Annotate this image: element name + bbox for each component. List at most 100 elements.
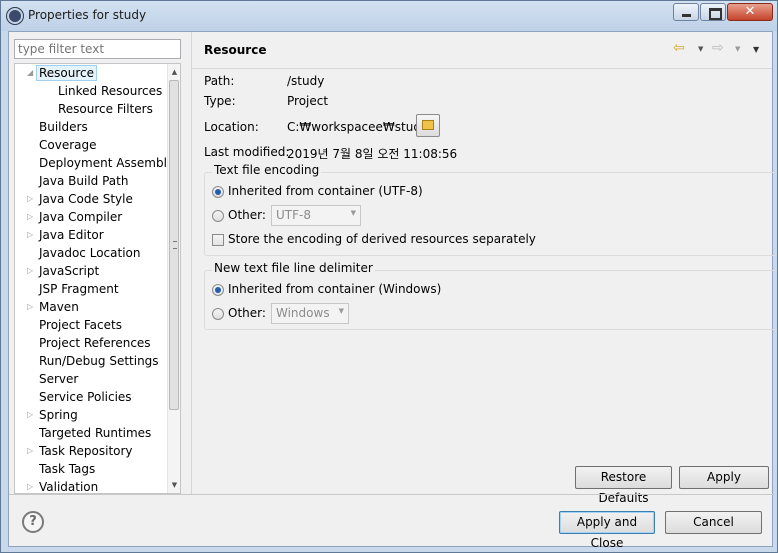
- tree-item-label: Project References: [39, 336, 151, 350]
- location-label: Location:: [204, 120, 259, 134]
- encoding-inherited-label[interactable]: Inherited from container (UTF-8): [228, 184, 423, 198]
- property-page-tree: ◢ Resource Linked Resources Resource Fil…: [14, 63, 181, 494]
- help-icon[interactable]: ?: [22, 511, 44, 533]
- apply-and-close-button[interactable]: Apply and Close: [559, 511, 655, 550]
- scrollbar-thumb[interactable]: [169, 80, 179, 410]
- apply-button[interactable]: Apply: [679, 466, 769, 489]
- tree-item-java-build-path[interactable]: Java Build Path: [39, 172, 128, 190]
- tree-item-java-code-style[interactable]: ▷ Java Code Style: [27, 190, 133, 208]
- store-encoding-checkbox[interactable]: [212, 234, 224, 246]
- tree-item-task-tags[interactable]: Task Tags: [39, 460, 95, 478]
- collapsed-arrow-icon[interactable]: ▷: [27, 406, 37, 424]
- tree-item-label: Task Repository: [39, 444, 133, 458]
- tree-item-resource[interactable]: ◢ Resource: [27, 64, 98, 82]
- store-encoding-label[interactable]: Store the encoding of derived resources …: [228, 232, 536, 246]
- tree-item-label: Project Facets: [39, 318, 122, 332]
- properties-dialog: Properties for study ✕ ◢ Resource Linked…: [0, 0, 778, 553]
- back-arrow-icon[interactable]: ⇦: [673, 40, 685, 56]
- minimize-button[interactable]: [673, 3, 699, 21]
- delimiter-other-label[interactable]: Other:: [228, 306, 266, 320]
- encoding-other-label[interactable]: Other:: [228, 208, 266, 222]
- filter-input[interactable]: [14, 39, 181, 59]
- delimiter-inherited-radio[interactable]: [212, 284, 224, 296]
- tree-item-server[interactable]: Server: [39, 370, 78, 388]
- tree-item-coverage[interactable]: Coverage: [39, 136, 97, 154]
- window-title: Properties for study: [28, 8, 147, 22]
- tree-item-label: JavaScript: [39, 264, 100, 278]
- cancel-button[interactable]: Cancel: [665, 511, 762, 534]
- collapsed-arrow-icon[interactable]: ▷: [27, 262, 37, 280]
- tree-item-resource-filters[interactable]: Resource Filters: [58, 100, 153, 118]
- header-separator: [192, 68, 772, 69]
- delimiter-inherited-label[interactable]: Inherited from container (Windows): [228, 282, 441, 296]
- last-modified-label: Last modified:: [204, 145, 290, 159]
- restore-defaults-button[interactable]: Restore Defaults: [575, 466, 672, 505]
- collapsed-arrow-icon[interactable]: ▷: [27, 190, 37, 208]
- tree-item-task-repository[interactable]: ▷ Task Repository: [27, 442, 133, 460]
- collapsed-arrow-icon[interactable]: ▷: [27, 226, 37, 244]
- tree-item-label: Spring: [39, 408, 78, 422]
- forward-arrow-icon[interactable]: ⇨: [712, 40, 724, 56]
- line-delimiter-group: New text file line delimiter Inherited f…: [204, 261, 777, 330]
- tree-item-javascript[interactable]: ▷ JavaScript: [27, 262, 100, 280]
- encoding-inherited-radio[interactable]: [212, 186, 224, 198]
- eclipse-app-icon: [7, 8, 23, 24]
- group-title: New text file line delimiter: [212, 261, 375, 275]
- combo-value: UTF-8: [276, 208, 311, 222]
- encoding-combo[interactable]: UTF-8 ▼: [271, 205, 361, 226]
- tree-item-java-editor[interactable]: ▷ Java Editor: [27, 226, 104, 244]
- collapsed-arrow-icon[interactable]: ▷: [27, 298, 37, 316]
- expanded-arrow-icon[interactable]: ◢: [27, 64, 37, 82]
- delimiter-combo[interactable]: Windows ▼: [271, 303, 349, 324]
- scroll-up-arrow-icon[interactable]: ▲: [168, 66, 180, 78]
- tree-item-project-references[interactable]: Project References: [39, 334, 151, 352]
- tree-item-validation[interactable]: ▷ Validation: [27, 478, 98, 493]
- title-bar[interactable]: Properties for study ✕: [1, 1, 777, 31]
- tree-item-label: Builders: [39, 120, 88, 134]
- tree-item-builders[interactable]: Builders: [39, 118, 88, 136]
- tree-item-label: Linked Resources: [58, 84, 163, 98]
- close-button[interactable]: ✕: [727, 3, 773, 21]
- collapsed-arrow-icon[interactable]: ▷: [27, 442, 37, 460]
- tree-item-label: Javadoc Location: [39, 246, 141, 260]
- maximize-button[interactable]: [700, 3, 726, 21]
- tree-item-label: Java Code Style: [39, 192, 133, 206]
- tree-item-linked-resources[interactable]: Linked Resources: [58, 82, 162, 100]
- tree-item-label: Resource: [36, 65, 98, 81]
- tree-item-label: JSP Fragment: [39, 282, 119, 296]
- scroll-down-arrow-icon[interactable]: ▼: [168, 479, 180, 491]
- type-label: Type:: [204, 94, 236, 108]
- group-title: Text file encoding: [212, 163, 322, 177]
- collapsed-arrow-icon[interactable]: ▷: [27, 208, 37, 226]
- forward-dropdown-icon[interactable]: ▼: [735, 45, 740, 53]
- folder-icon: [422, 120, 434, 130]
- tree-item-project-facets[interactable]: Project Facets: [39, 316, 122, 334]
- close-icon: ✕: [744, 4, 756, 19]
- tree-item-targeted-runtimes[interactable]: Targeted Runtimes: [39, 424, 151, 442]
- tree-item-javadoc-location[interactable]: Javadoc Location: [39, 244, 140, 262]
- tree-item-label: Targeted Runtimes: [39, 426, 152, 440]
- tree-item-jsp-fragment[interactable]: JSP Fragment: [39, 280, 119, 298]
- tree-item-spring[interactable]: ▷ Spring: [27, 406, 78, 424]
- tree-item-label: Java Editor: [39, 228, 104, 242]
- collapsed-arrow-icon[interactable]: ▷: [27, 478, 37, 493]
- tree-item-label: Task Tags: [39, 462, 96, 476]
- page-title: Resource: [204, 43, 267, 57]
- last-modified-value: 2019년 7월 8일 오전 11:08:56: [287, 147, 458, 161]
- tree-item-java-compiler[interactable]: ▷ Java Compiler: [27, 208, 122, 226]
- tree-item-label: Maven: [39, 300, 79, 314]
- view-menu-icon[interactable]: ▼: [753, 45, 759, 54]
- show-in-explorer-button[interactable]: [416, 114, 440, 137]
- tree-item-maven[interactable]: ▷ Maven: [27, 298, 79, 316]
- tree-item-deployment-assembly[interactable]: Deployment Assembly: [39, 154, 174, 172]
- encoding-other-radio[interactable]: [212, 210, 224, 222]
- tree-item-run-debug-settings[interactable]: Run/Debug Settings: [39, 352, 159, 370]
- tree-item-label: Coverage: [39, 138, 97, 152]
- back-dropdown-icon[interactable]: ▼: [698, 45, 703, 53]
- type-value: Project: [287, 94, 329, 108]
- tree-scrollbar[interactable]: ▲ ▼: [167, 64, 180, 493]
- tree-item-label: Server: [39, 372, 79, 386]
- tree-item-service-policies[interactable]: Service Policies: [39, 388, 132, 406]
- delimiter-other-radio[interactable]: [212, 308, 224, 320]
- text-file-encoding-group: Text file encoding Inherited from contai…: [204, 163, 777, 256]
